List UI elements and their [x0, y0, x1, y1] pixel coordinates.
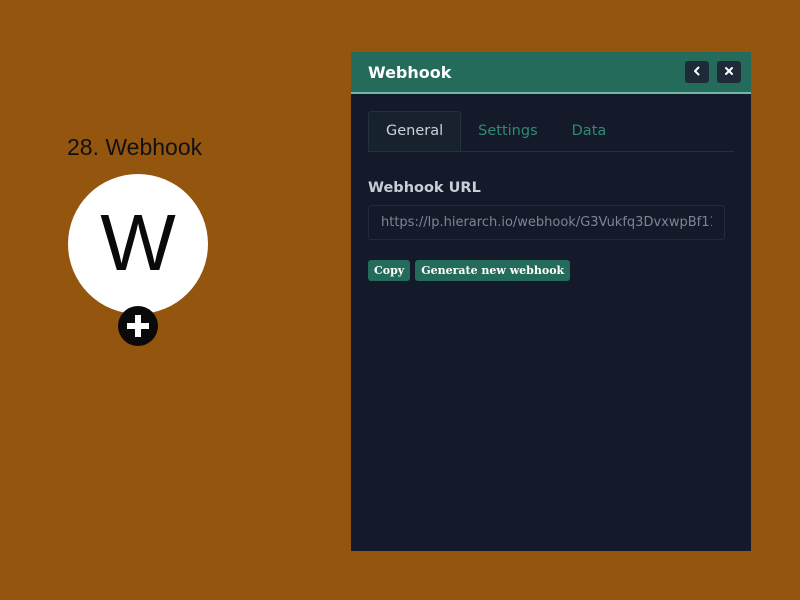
- webhook-url-label: Webhook URL: [368, 180, 481, 196]
- back-button[interactable]: [685, 61, 709, 83]
- workflow-canvas[interactable]: 28. Webhook W Webhook General Settings D…: [0, 0, 800, 600]
- panel-title: Webhook: [368, 62, 452, 82]
- webhook-node[interactable]: W: [68, 174, 208, 314]
- header-buttons: [685, 61, 741, 83]
- webhook-actions: Copy Generate new webhook: [368, 260, 734, 281]
- copy-button[interactable]: Copy: [368, 260, 411, 281]
- node-letter: W: [100, 198, 176, 287]
- chevron-left-icon: [692, 63, 702, 81]
- panel-header: Webhook: [351, 52, 751, 94]
- add-node-button[interactable]: [118, 306, 158, 346]
- tab-general[interactable]: General: [368, 111, 462, 151]
- tab-data[interactable]: Data: [555, 111, 624, 151]
- panel-body: General Settings Data Webhook URL Copy G…: [351, 94, 751, 281]
- close-icon: [724, 63, 734, 81]
- tab-bar: General Settings Data: [368, 111, 734, 152]
- tab-settings[interactable]: Settings: [461, 111, 554, 151]
- plus-icon: [125, 313, 151, 339]
- webhook-panel: Webhook General Settings Data Webhook UR…: [351, 52, 751, 551]
- webhook-url-input[interactable]: [368, 205, 725, 240]
- generate-webhook-button[interactable]: Generate new webhook: [415, 260, 571, 281]
- node-title: 28. Webhook: [67, 134, 203, 160]
- close-button[interactable]: [717, 61, 741, 83]
